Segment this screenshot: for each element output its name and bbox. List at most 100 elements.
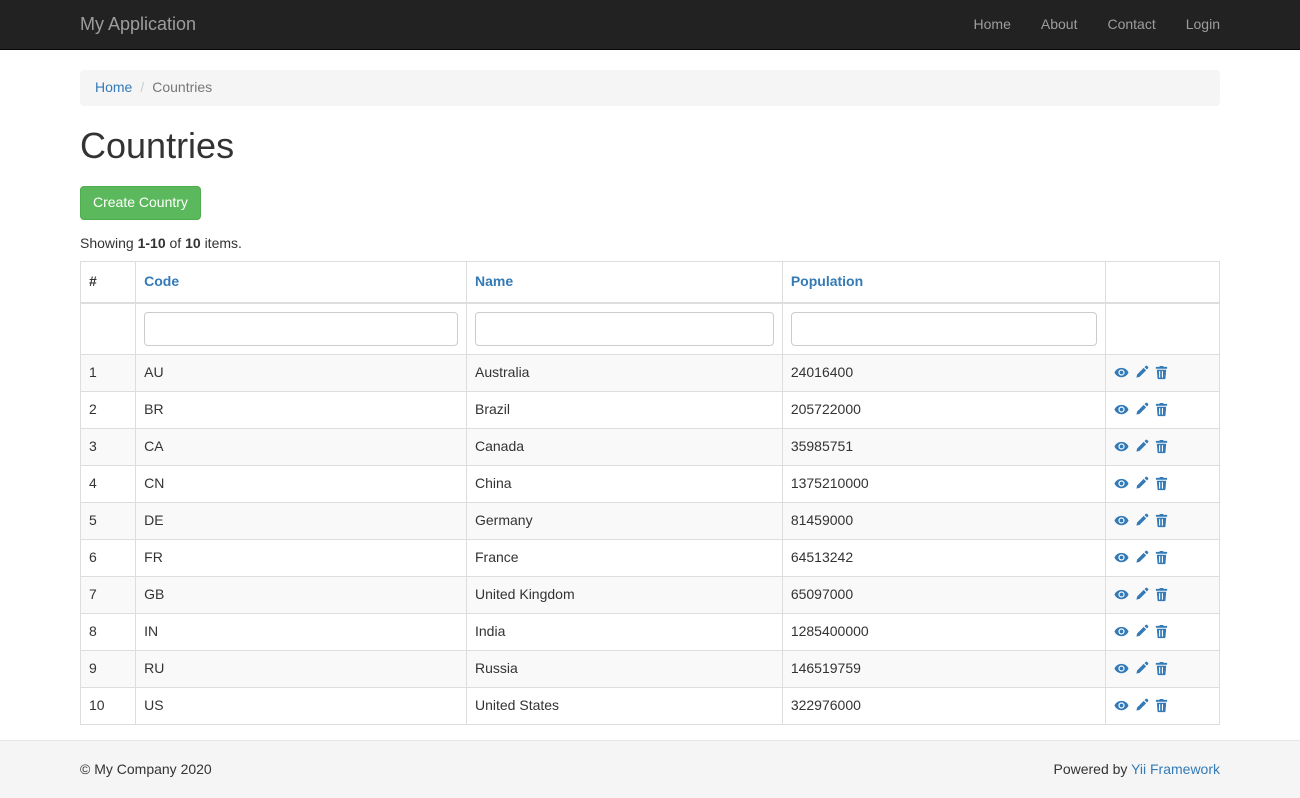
- create-country-button[interactable]: Create Country: [80, 186, 201, 220]
- cell-actions: [1105, 576, 1219, 613]
- update-icon[interactable]: [1134, 698, 1149, 713]
- delete-icon[interactable]: [1154, 513, 1169, 528]
- view-icon[interactable]: [1114, 365, 1129, 380]
- delete-icon[interactable]: [1154, 698, 1169, 713]
- delete-icon[interactable]: [1154, 402, 1169, 417]
- cell-code: CA: [136, 428, 467, 465]
- sort-link-population[interactable]: Population: [791, 273, 863, 289]
- table-row: 8INIndia1285400000: [81, 613, 1220, 650]
- filter-input-population[interactable]: [791, 312, 1097, 346]
- cell-name: France: [467, 539, 783, 576]
- update-icon[interactable]: [1134, 439, 1149, 454]
- delete-icon[interactable]: [1154, 587, 1169, 602]
- sort-link-code[interactable]: Code: [144, 273, 179, 289]
- column-header-actions: [1105, 261, 1219, 302]
- navbar-links: Home About Contact Login: [959, 0, 1235, 49]
- update-icon[interactable]: [1134, 550, 1149, 565]
- view-icon[interactable]: [1114, 513, 1129, 528]
- update-icon[interactable]: [1134, 402, 1149, 417]
- cell-code: RU: [136, 650, 467, 687]
- cell-population: 1285400000: [782, 613, 1105, 650]
- view-icon[interactable]: [1114, 402, 1129, 417]
- nav-link-home[interactable]: Home: [959, 0, 1026, 49]
- column-header-code: Code: [136, 261, 467, 302]
- update-icon[interactable]: [1134, 476, 1149, 491]
- cell-num: 5: [81, 502, 136, 539]
- footer-powered-prefix: Powered by: [1053, 761, 1127, 777]
- sort-link-name[interactable]: Name: [475, 273, 513, 289]
- cell-actions: [1105, 391, 1219, 428]
- cell-actions: [1105, 613, 1219, 650]
- page-footer: © My Company 2020 Powered by Yii Framewo…: [0, 740, 1300, 798]
- filter-cell-population: [782, 303, 1105, 355]
- view-icon[interactable]: [1114, 439, 1129, 454]
- delete-icon[interactable]: [1154, 365, 1169, 380]
- cell-name: Canada: [467, 428, 783, 465]
- nav-link-about[interactable]: About: [1026, 0, 1093, 49]
- cell-population: 24016400: [782, 354, 1105, 391]
- cell-name: United Kingdom: [467, 576, 783, 613]
- cell-num: 4: [81, 465, 136, 502]
- view-icon[interactable]: [1114, 624, 1129, 639]
- page-title: Countries: [80, 126, 1220, 166]
- cell-code: FR: [136, 539, 467, 576]
- cell-num: 2: [81, 391, 136, 428]
- cell-population: 35985751: [782, 428, 1105, 465]
- view-icon[interactable]: [1114, 661, 1129, 676]
- nav-link-login[interactable]: Login: [1171, 0, 1235, 49]
- delete-icon[interactable]: [1154, 476, 1169, 491]
- table-row: 7GBUnited Kingdom65097000: [81, 576, 1220, 613]
- summary-prefix: Showing: [80, 235, 134, 251]
- breadcrumb-item-current: Countries: [152, 78, 212, 98]
- nav-link-contact[interactable]: Contact: [1092, 0, 1170, 49]
- cell-num: 10: [81, 687, 136, 724]
- update-icon[interactable]: [1134, 365, 1149, 380]
- cell-population: 205722000: [782, 391, 1105, 428]
- breadcrumb-link-home[interactable]: Home: [95, 79, 132, 95]
- update-icon[interactable]: [1134, 624, 1149, 639]
- filter-cell-number: [81, 303, 136, 355]
- nav-item-contact: Contact: [1092, 0, 1170, 49]
- cell-code: CN: [136, 465, 467, 502]
- cell-name: United States: [467, 687, 783, 724]
- delete-icon[interactable]: [1154, 439, 1169, 454]
- view-icon[interactable]: [1114, 550, 1129, 565]
- update-icon[interactable]: [1134, 661, 1149, 676]
- delete-icon[interactable]: [1154, 624, 1169, 639]
- filter-input-code[interactable]: [144, 312, 458, 346]
- delete-icon[interactable]: [1154, 661, 1169, 676]
- cell-actions: [1105, 502, 1219, 539]
- content-wrapper: Home / Countries Countries Create Countr…: [0, 50, 1300, 725]
- filter-cell-name: [467, 303, 783, 355]
- cell-name: China: [467, 465, 783, 502]
- cell-name: Brazil: [467, 391, 783, 428]
- navbar-brand[interactable]: My Application: [65, 0, 211, 50]
- cell-actions: [1105, 428, 1219, 465]
- view-icon[interactable]: [1114, 587, 1129, 602]
- table-row: 4CNChina1375210000: [81, 465, 1220, 502]
- update-icon[interactable]: [1134, 513, 1149, 528]
- nav-item-home: Home: [959, 0, 1026, 49]
- breadcrumb: Home / Countries: [80, 70, 1220, 106]
- cell-population: 65097000: [782, 576, 1105, 613]
- footer-inner: © My Company 2020 Powered by Yii Framewo…: [65, 741, 1235, 780]
- filter-input-name[interactable]: [475, 312, 774, 346]
- delete-icon[interactable]: [1154, 550, 1169, 565]
- update-icon[interactable]: [1134, 587, 1149, 602]
- view-icon[interactable]: [1114, 698, 1129, 713]
- toolbar: Create Country: [80, 186, 1220, 220]
- nav-item-about: About: [1026, 0, 1093, 49]
- view-icon[interactable]: [1114, 476, 1129, 491]
- cell-name: Russia: [467, 650, 783, 687]
- footer-yii-link[interactable]: Yii Framework: [1131, 761, 1220, 777]
- cell-actions: [1105, 687, 1219, 724]
- cell-actions: [1105, 354, 1219, 391]
- main-navbar: My Application Home About Contact Login: [0, 0, 1300, 50]
- summary-range: 1-10: [138, 235, 166, 251]
- navbar-inner: My Application Home About Contact Login: [65, 0, 1235, 49]
- table-row: 9RURussia146519759: [81, 650, 1220, 687]
- grid-body: 1AUAustralia240164002BRBrazil2057220003C…: [81, 354, 1220, 724]
- breadcrumb-separator: /: [132, 78, 152, 98]
- cell-actions: [1105, 465, 1219, 502]
- cell-population: 64513242: [782, 539, 1105, 576]
